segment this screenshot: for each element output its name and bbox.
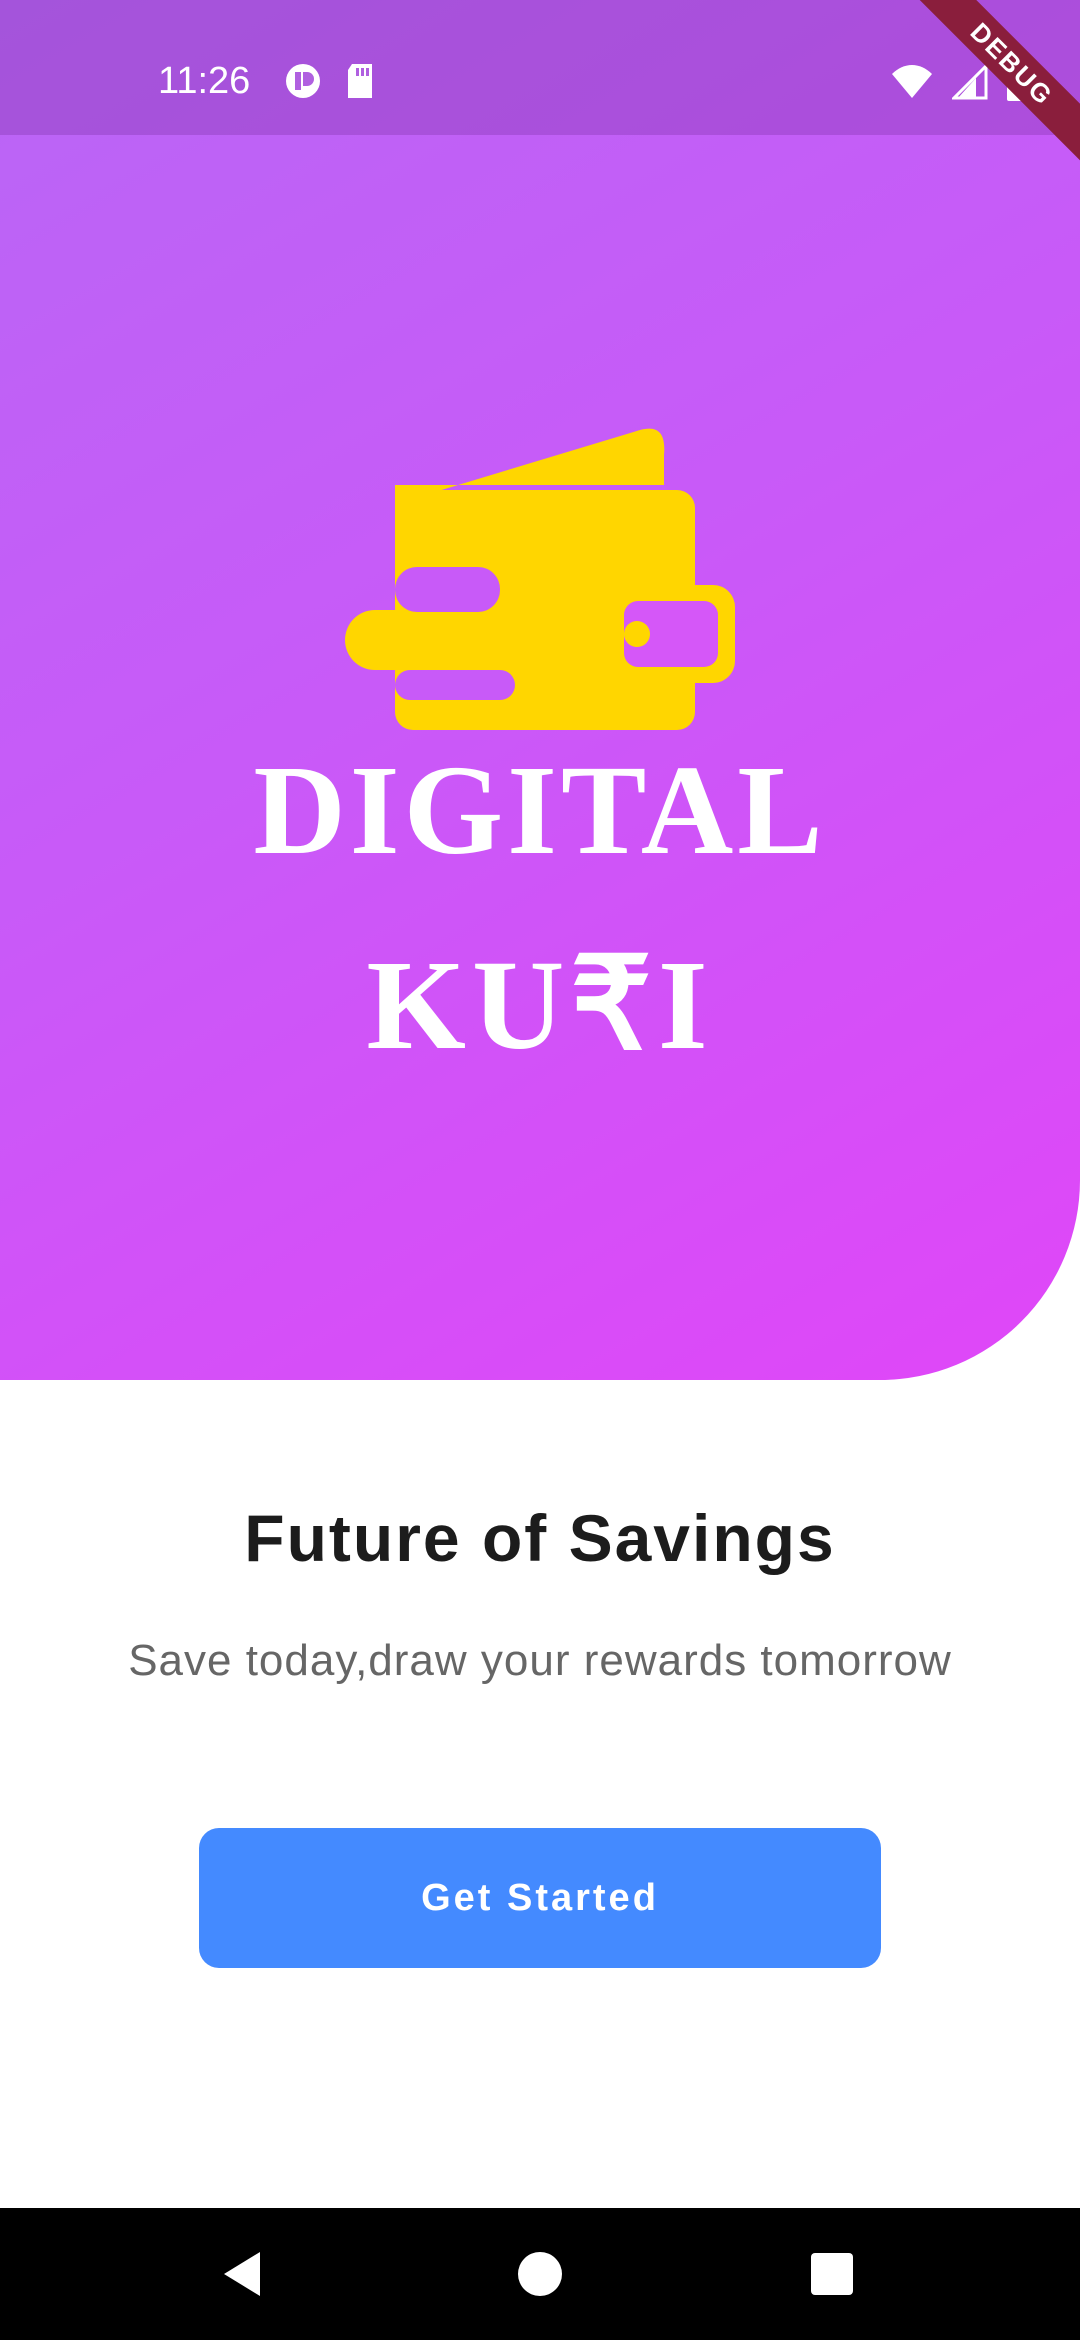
brand-name-line2: KU₹I [366,934,714,1076]
status-time: 11:26 [158,60,251,102]
status-bar: 11:26 [0,0,1080,135]
brand-name-line1: DIGITAL [253,739,827,881]
recents-icon[interactable] [800,2242,864,2306]
sync-icon [286,64,320,98]
get-started-button[interactable]: Get Started [199,1828,881,1968]
sd-card-icon [348,64,372,98]
back-icon[interactable] [210,2242,274,2306]
headline: Future of Savings [244,1501,836,1575]
home-icon[interactable] [508,2242,572,2306]
wallet-icon [345,428,735,730]
subtitle: Save today,draw your rewards tomorrow [128,1636,952,1685]
wifi-icon [892,65,932,98]
navigation-bar [0,2208,1080,2340]
cellular-signal-icon [952,64,988,100]
hero-banner: DIGITAL KU₹I [0,0,1080,1380]
